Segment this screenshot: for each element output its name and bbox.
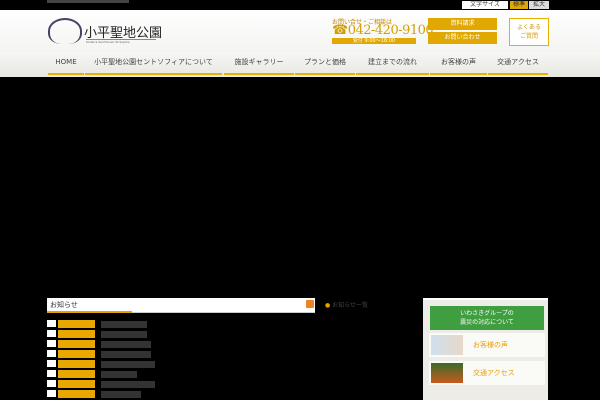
inquiry-button[interactable]: お問い合わせ: [428, 32, 497, 44]
news-date: [58, 350, 95, 358]
top-strip: [47, 0, 129, 3]
news-date: [58, 390, 95, 398]
rss-icon[interactable]: [306, 300, 314, 308]
font-size-label: 文字サイズ: [462, 1, 508, 9]
arrow-icon: [47, 320, 56, 327]
nav-access[interactable]: 交通アクセス: [488, 52, 548, 75]
faq-button[interactable]: よくある ご質問: [509, 18, 549, 46]
news-text: [101, 331, 147, 338]
request-materials-button[interactable]: 資料請求: [428, 18, 497, 30]
customer-voice-banner[interactable]: お客様の声: [429, 333, 545, 357]
font-size-standard[interactable]: 標準: [510, 1, 528, 9]
news-date: [58, 380, 95, 388]
news-title: お知らせ: [50, 301, 78, 309]
arrow-icon: [47, 340, 56, 347]
bullet-icon: ●: [325, 302, 331, 309]
news-item[interactable]: [47, 370, 157, 378]
nav-gallery[interactable]: 施設ギャラリー: [224, 52, 294, 75]
news-text: [101, 381, 155, 388]
arrow-icon: [47, 330, 56, 337]
nav-home[interactable]: HOME: [48, 52, 84, 75]
nav-plans[interactable]: プランと価格: [295, 52, 355, 75]
news-item[interactable]: [47, 390, 157, 398]
logo-subtitle: Kodaira Seichikoen St.Sophia: [86, 39, 156, 44]
phone-icon: ☎: [332, 23, 348, 38]
news-underline: [47, 311, 132, 313]
arrow-icon: [47, 350, 56, 357]
customers-photo: [431, 335, 463, 355]
earthquake-response-banner[interactable]: いわさきグループの 震災の対応について: [430, 306, 544, 330]
news-date: [58, 330, 95, 338]
arrow-icon: [47, 370, 56, 377]
logo[interactable]: 小平聖地公園 Kodaira Seichikoen St.Sophia: [48, 18, 163, 46]
news-date: [58, 370, 95, 378]
news-text: [101, 321, 147, 328]
logo-emblem-icon: [48, 18, 82, 44]
font-size-large[interactable]: 拡大: [529, 1, 549, 9]
nav-flow[interactable]: 建立までの流れ: [356, 52, 429, 75]
news-date: [58, 360, 95, 368]
arrow-icon: [47, 380, 56, 387]
news-date: [58, 320, 95, 328]
news-item[interactable]: [47, 330, 157, 338]
news-item[interactable]: [47, 380, 157, 388]
sidebar: いわさきグループの 震災の対応について お客様の声 交通アクセス: [423, 298, 548, 400]
access-banner[interactable]: 交通アクセス: [429, 361, 545, 385]
news-text: [101, 341, 151, 348]
news-item[interactable]: [47, 340, 157, 348]
news-header: お知らせ ● お知らせ一覧: [47, 298, 368, 313]
news-more-link[interactable]: ● お知らせ一覧: [325, 300, 368, 309]
nav-about[interactable]: 小平聖地公園セントソフィアについて: [85, 52, 222, 75]
news-text: [101, 391, 141, 398]
nav-voice[interactable]: お客様の声: [430, 52, 487, 75]
business-hours: 受付 9:00～18:00: [332, 38, 416, 44]
news-date: [58, 340, 95, 348]
news-item[interactable]: [47, 360, 157, 368]
phone-number: ☎042-420-9100: [332, 23, 434, 38]
news-text: [101, 361, 155, 368]
news-item[interactable]: [47, 320, 157, 328]
news-text: [101, 351, 151, 358]
news-item[interactable]: [47, 350, 157, 358]
train-photo: [431, 363, 463, 383]
arrow-icon: [47, 390, 56, 397]
arrow-icon: [47, 360, 56, 367]
news-text: [101, 371, 137, 378]
